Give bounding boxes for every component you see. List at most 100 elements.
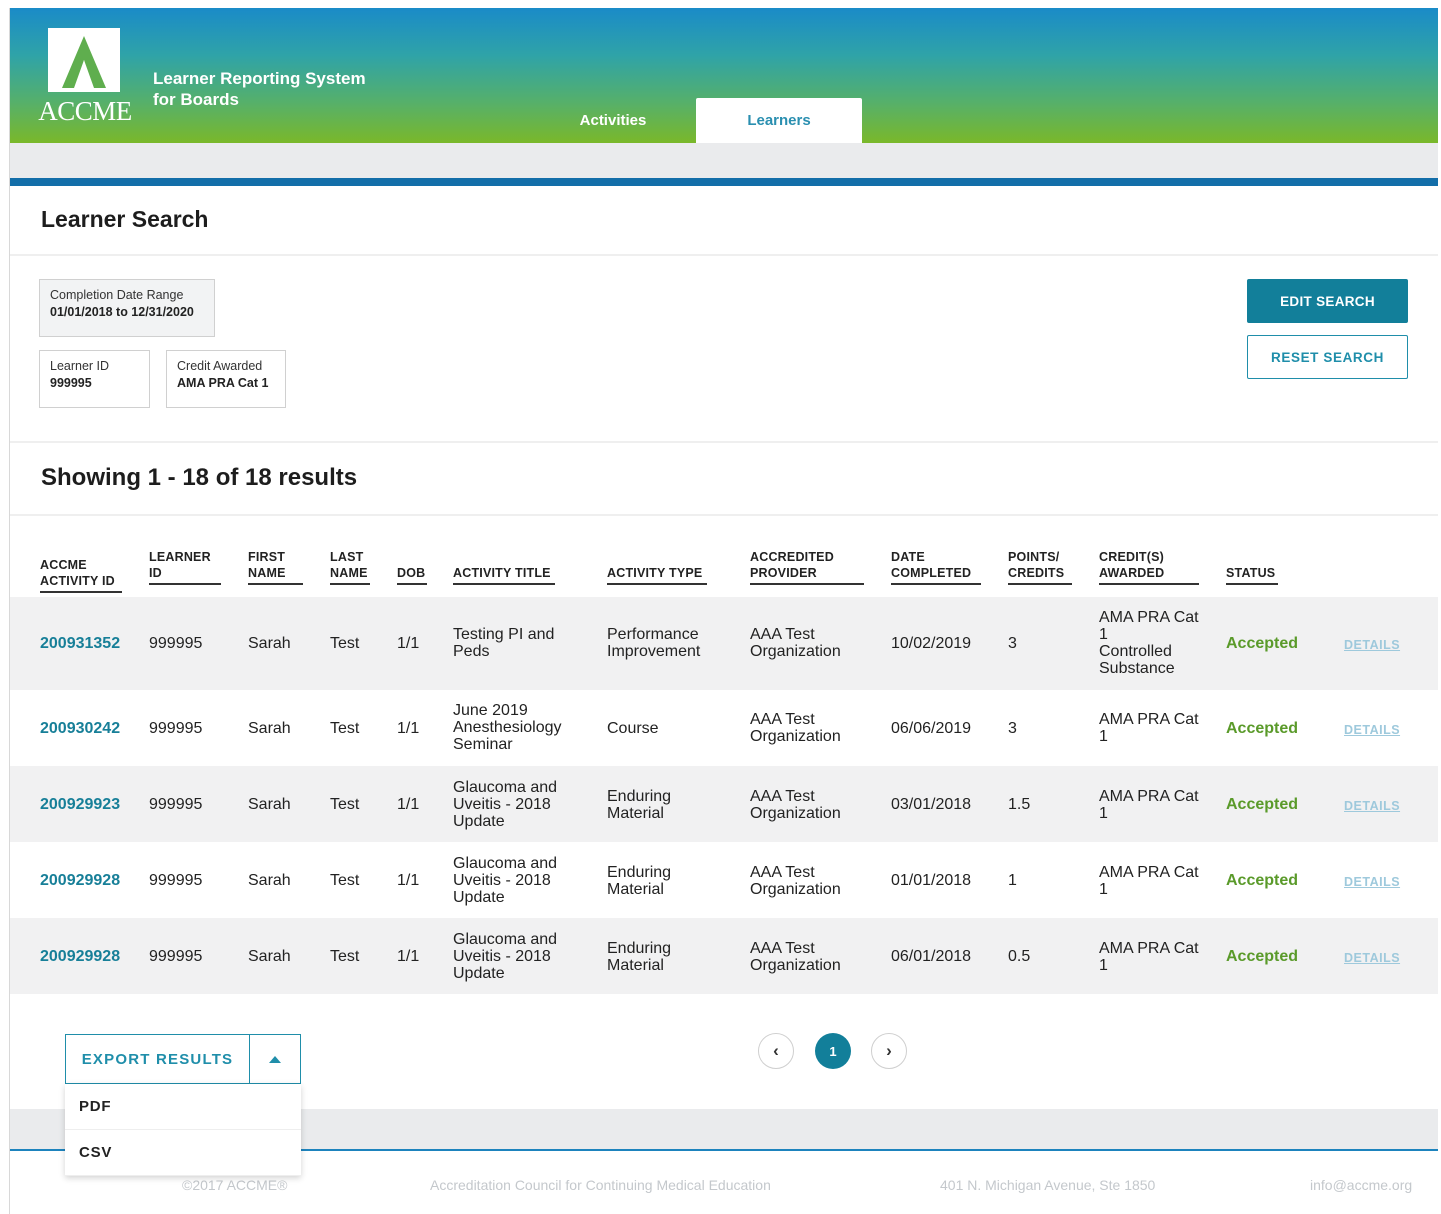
- cell-line: Glaucoma and: [453, 855, 558, 872]
- tab-learners[interactable]: Learners: [696, 98, 862, 143]
- col-header-text: LAST: [330, 550, 364, 564]
- divider: [10, 254, 1438, 256]
- details-link[interactable]: DETAILS: [1344, 637, 1400, 654]
- reset-search-button[interactable]: RESET SEARCH: [1247, 335, 1408, 379]
- cell-line: Peds: [453, 643, 490, 660]
- col-header-underline: [248, 583, 303, 585]
- activity-title-cell: Glaucoma and Uveitis - 2018 Update: [453, 779, 557, 830]
- pagination-next-button[interactable]: ›: [871, 1033, 907, 1069]
- col-header-text: FIRST: [248, 550, 286, 564]
- col-header-status[interactable]: STATUS: [1226, 565, 1278, 585]
- chevron-left-icon: ‹: [773, 1041, 779, 1060]
- cell-line: Material: [607, 805, 664, 822]
- export-results-dropdown[interactable]: EXPORT RESULTS: [65, 1034, 301, 1084]
- activity-type-cell: Enduring Material: [607, 864, 671, 898]
- activity-id-link[interactable]: 200929928: [40, 872, 120, 889]
- cell-line: Seminar: [453, 736, 513, 753]
- brand-line-2: for Boards: [153, 90, 239, 109]
- col-header-credits-awarded[interactable]: CREDIT(S) AWARDED: [1099, 549, 1199, 585]
- cell-line: Material: [607, 881, 664, 898]
- col-header-points-credits[interactable]: POINTS/ CREDITS: [1008, 549, 1072, 585]
- cell-line: Organization: [750, 881, 841, 898]
- table-row[interactable]: 200929928 999995 Sarah Test 1/1 Glaucoma…: [10, 918, 1438, 994]
- cell-line: Testing PI and: [453, 626, 555, 643]
- col-header-text: DATE: [891, 550, 925, 564]
- table-row[interactable]: 200931352 999995 Sarah Test 1/1 Testing …: [10, 597, 1438, 690]
- cell-line: Performance: [607, 626, 699, 643]
- filter-learner-id-value: 999995: [50, 376, 92, 390]
- points-cell: 1: [1008, 872, 1017, 889]
- filter-date-range-value: 01/01/2018 to 12/31/2020: [50, 305, 194, 319]
- footer-email-link[interactable]: info@accme.org: [1310, 1177, 1412, 1193]
- app-frame: ACCME Learner Reporting System for Board…: [9, 8, 1438, 1214]
- footer-address: 401 N. Michigan Avenue, Ste 1850: [940, 1177, 1156, 1193]
- provider-cell: AAA Test Organization: [750, 711, 841, 745]
- col-header-underline: [40, 591, 122, 593]
- export-option-csv[interactable]: CSV: [65, 1130, 301, 1176]
- points-cell: 3: [1008, 720, 1017, 737]
- table-row[interactable]: 200929923 999995 Sarah Test 1/1 Glaucoma…: [10, 766, 1438, 842]
- pagination-prev-button[interactable]: ‹: [758, 1033, 794, 1069]
- col-header-accredited-provider[interactable]: ACCREDITED PROVIDER: [750, 549, 864, 585]
- dob-cell: 1/1: [397, 635, 420, 652]
- accme-logo[interactable]: ACCME: [38, 26, 132, 126]
- export-option-pdf[interactable]: PDF: [65, 1084, 301, 1130]
- dob-cell: 1/1: [397, 720, 420, 737]
- activity-title-cell: Testing PI and Peds: [453, 626, 554, 660]
- export-results-button[interactable]: EXPORT RESULTS: [66, 1035, 250, 1083]
- tab-activities[interactable]: Activities: [563, 98, 663, 143]
- dob-cell: 1/1: [397, 796, 420, 813]
- pagination-page-current[interactable]: 1: [815, 1033, 851, 1069]
- caret-up-icon: [269, 1055, 281, 1063]
- accent-bar: [10, 178, 1438, 186]
- col-header-accme-activity-id[interactable]: ACCME ACTIVITY ID: [40, 557, 122, 593]
- details-link[interactable]: DETAILS: [1344, 950, 1400, 967]
- activity-id-link[interactable]: 200931352: [40, 635, 120, 652]
- divider: [10, 514, 1438, 516]
- col-header-date-completed[interactable]: DATE COMPLETED: [891, 549, 981, 585]
- table-row[interactable]: 200929928 999995 Sarah Test 1/1 Glaucoma…: [10, 842, 1438, 918]
- col-header-text: CREDIT(S): [1099, 550, 1164, 564]
- cell-line: AAA Test: [750, 940, 815, 957]
- activity-id-link[interactable]: 200929928: [40, 948, 120, 965]
- page-title: Learner Search: [41, 206, 209, 232]
- provider-cell: AAA Test Organization: [750, 940, 841, 974]
- sub-navigation-bar: [10, 143, 1438, 178]
- col-header-text: ID: [149, 566, 162, 580]
- col-header-first-name[interactable]: FIRST NAME: [248, 549, 303, 585]
- last-name-cell: Test: [330, 635, 360, 652]
- edit-search-button[interactable]: EDIT SEARCH: [1247, 279, 1408, 323]
- activity-type-cell: Course: [607, 720, 659, 737]
- col-header-text: CREDITS: [1008, 566, 1065, 580]
- cell-line: Enduring: [607, 788, 672, 805]
- export-toggle-button[interactable]: [250, 1035, 300, 1083]
- col-header-last-name[interactable]: LAST NAME: [330, 549, 370, 585]
- filter-learner-id-label: Learner ID: [50, 359, 110, 373]
- details-link[interactable]: DETAILS: [1344, 722, 1400, 739]
- app-header: ACCME Learner Reporting System for Board…: [10, 8, 1438, 143]
- col-header-activity-type[interactable]: ACTIVITY TYPE: [607, 565, 707, 585]
- last-name-cell: Test: [330, 872, 360, 889]
- cell-line: Organization: [750, 643, 841, 660]
- table-row[interactable]: 200930242 999995 Sarah Test 1/1 June 201…: [10, 690, 1438, 766]
- col-header-underline: [149, 583, 221, 585]
- cell-line: AAA Test: [750, 626, 815, 643]
- cell-line: AAA Test: [750, 864, 815, 881]
- learner-id-cell: 999995: [149, 948, 203, 965]
- col-header-learner-id[interactable]: LEARNER ID: [149, 549, 221, 585]
- filter-credit-value: AMA PRA Cat 1: [177, 376, 269, 390]
- details-link[interactable]: DETAILS: [1344, 874, 1400, 891]
- cell-line: 1: [1099, 728, 1108, 745]
- col-header-text: ACTIVITY TITLE: [453, 566, 551, 580]
- accme-logo-icon: [48, 28, 120, 92]
- brand-line-1: Learner Reporting System: [153, 69, 366, 88]
- cell-line: AAA Test: [750, 788, 815, 805]
- status-badge: Accepted: [1226, 796, 1299, 813]
- activity-id-link[interactable]: 200929923: [40, 796, 120, 813]
- col-header-dob[interactable]: DOB: [397, 565, 427, 585]
- provider-cell: AAA Test Organization: [750, 788, 841, 822]
- cell-line: Update: [453, 965, 505, 982]
- col-header-activity-title[interactable]: ACTIVITY TITLE: [453, 565, 555, 585]
- details-link[interactable]: DETAILS: [1344, 798, 1400, 815]
- activity-id-link[interactable]: 200930242: [40, 720, 120, 737]
